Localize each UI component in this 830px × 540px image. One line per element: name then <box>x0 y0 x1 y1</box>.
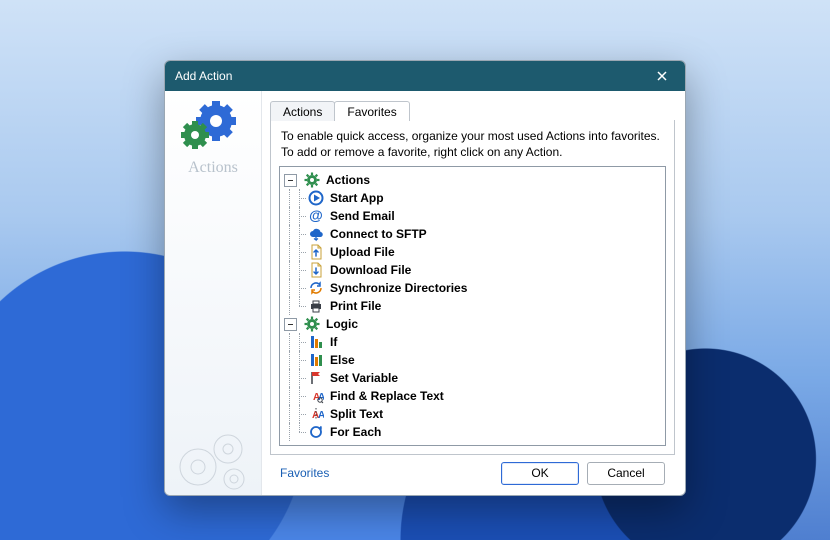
svg-text:@: @ <box>309 208 323 223</box>
tree-group[interactable]: Logic <box>284 315 661 333</box>
tree-item[interactable]: Print File <box>284 297 661 315</box>
tree-item[interactable]: Set Variable <box>284 369 661 387</box>
expander-minus-icon[interactable] <box>284 318 297 331</box>
ok-button[interactable]: OK <box>501 462 579 485</box>
sidebar-label: Actions <box>188 159 238 177</box>
tree-item-label: Synchronize Directories <box>330 281 467 295</box>
tree-item[interactable]: For Each <box>284 423 661 441</box>
tree-group-label: Actions <box>326 173 370 187</box>
tree-item-label: Find & Replace Text <box>330 389 444 403</box>
print-icon <box>308 298 324 314</box>
sync-icon <box>308 280 324 296</box>
cloud-icon <box>308 226 324 242</box>
tree-item-label: Set Variable <box>330 371 398 385</box>
tree-item-label: Print File <box>330 299 381 313</box>
favorites-link[interactable]: Favorites <box>280 466 329 480</box>
tree-item-label: If <box>330 335 337 349</box>
tree-item-label: Start App <box>330 191 384 205</box>
dialog-title: Add Action <box>175 69 649 83</box>
play-icon <box>308 190 324 206</box>
tree-item-label: Download File <box>330 263 411 277</box>
tree-item[interactable]: Else <box>284 351 661 369</box>
favorites-tree[interactable]: Actions Start App @ Send Email Connect to SF… <box>279 166 666 446</box>
sidebar: Actions <box>165 91 262 495</box>
aa-split-icon: AA <box>308 406 324 422</box>
file-up-icon <box>308 244 324 260</box>
tree-item[interactable]: Synchronize Directories <box>284 279 661 297</box>
tree-item[interactable]: AA Split Text <box>284 405 661 423</box>
aa-search-icon: AA <box>308 388 324 404</box>
tree-item-label: Else <box>330 353 355 367</box>
cancel-button[interactable]: Cancel <box>587 462 665 485</box>
decorative-gears-icon <box>170 425 256 495</box>
close-icon <box>656 70 668 82</box>
loop-icon <box>308 424 324 440</box>
tabstrip: Actions Favorites <box>270 97 675 120</box>
gear-icon <box>304 316 320 332</box>
tab-panel-favorites: To enable quick access, organize your mo… <box>270 120 675 455</box>
bars-else-icon <box>308 352 324 368</box>
svg-text:A: A <box>318 410 324 421</box>
tree-group-label: Logic <box>326 317 358 331</box>
tree-item-label: Connect to SFTP <box>330 227 427 241</box>
add-action-dialog: Add Action Actions <box>164 60 686 496</box>
tree-item[interactable]: Upload File <box>284 243 661 261</box>
actions-logo-icon <box>178 101 248 157</box>
hint-text: To enable quick access, organize your mo… <box>281 128 664 160</box>
at-icon: @ <box>308 208 324 224</box>
tree-item-label: Send Email <box>330 209 395 223</box>
expander-minus-icon[interactable] <box>284 174 297 187</box>
tree-item-label: Upload File <box>330 245 395 259</box>
tree-item[interactable]: If <box>284 333 661 351</box>
tree-item-label: Split Text <box>330 407 383 421</box>
tree-item[interactable]: @ Send Email <box>284 207 661 225</box>
main-panel: Actions Favorites To enable quick access… <box>262 91 685 495</box>
tree-item[interactable]: Connect to SFTP <box>284 225 661 243</box>
flag-icon <box>308 370 324 386</box>
tree-item[interactable]: Start App <box>284 189 661 207</box>
tree-item[interactable]: AA Find & Replace Text <box>284 387 661 405</box>
tree-item[interactable]: Download File <box>284 261 661 279</box>
tree-item-label: For Each <box>330 425 381 439</box>
close-button[interactable] <box>649 66 675 86</box>
titlebar[interactable]: Add Action <box>165 61 685 91</box>
file-down-icon <box>308 262 324 278</box>
gear-icon <box>304 172 320 188</box>
bars-if-icon <box>308 334 324 350</box>
tree-group[interactable]: Actions <box>284 171 661 189</box>
tab-favorites[interactable]: Favorites <box>334 101 409 121</box>
tab-actions[interactable]: Actions <box>270 101 335 121</box>
dialog-footer: Favorites OK Cancel <box>270 455 675 495</box>
